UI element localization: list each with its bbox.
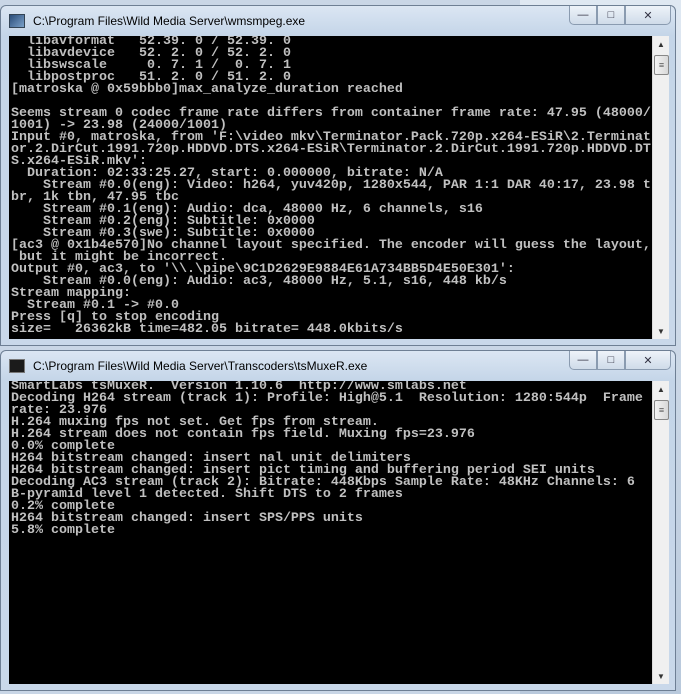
console-line: [matroska @ 0x59bbb0]max_analyze_duratio… bbox=[11, 82, 403, 97]
console-line: size= 26362kB time=482.05 bitrate= 448.0… bbox=[11, 322, 403, 337]
console-text: libavformat 52.39. 0 / 52.39. 0 libavdev… bbox=[9, 36, 652, 336]
console-icon[interactable] bbox=[9, 359, 25, 373]
console-line: 5.8% complete bbox=[11, 523, 115, 538]
scroll-up-arrow-icon[interactable]: ▲ bbox=[653, 381, 669, 397]
close-button[interactable]: ✕ bbox=[625, 351, 671, 370]
console-window-tsmuxer[interactable]: C:\Program Files\Wild Media Server\Trans… bbox=[0, 350, 676, 691]
minimize-button[interactable]: — bbox=[569, 351, 597, 370]
scroll-thumb[interactable]: ≡ bbox=[654, 400, 669, 420]
scroll-down-arrow-icon[interactable]: ▼ bbox=[653, 323, 669, 339]
console-window-wmsmpeg[interactable]: C:\Program Files\Wild Media Server\wmsmp… bbox=[0, 5, 676, 346]
vertical-scrollbar[interactable]: ▲ ≡ ▼ bbox=[652, 36, 669, 339]
maximize-button[interactable]: □ bbox=[597, 351, 625, 370]
console-line: Decoding H264 stream (track 1): Profile:… bbox=[11, 391, 643, 406]
app-icon[interactable] bbox=[9, 14, 25, 28]
close-button[interactable]: ✕ bbox=[625, 6, 671, 25]
scroll-down-arrow-icon[interactable]: ▼ bbox=[653, 668, 669, 684]
console-text: SmartLabs tsMuxeR. Version 1.10.6 http:/… bbox=[9, 381, 652, 537]
vertical-scrollbar[interactable]: ▲ ≡ ▼ bbox=[652, 381, 669, 684]
minimize-button[interactable]: — bbox=[569, 6, 597, 25]
window-controls: — □ ✕ bbox=[569, 6, 671, 25]
window-title: C:\Program Files\Wild Media Server\wmsmp… bbox=[33, 14, 306, 28]
console-output[interactable]: libavformat 52.39. 0 / 52.39. 0 libavdev… bbox=[9, 36, 652, 339]
title-bar[interactable]: C:\Program Files\Wild Media Server\wmsmp… bbox=[9, 12, 305, 30]
title-bar[interactable]: C:\Program Files\Wild Media Server\Trans… bbox=[9, 357, 367, 375]
window-controls: — □ ✕ bbox=[569, 351, 671, 370]
window-title: C:\Program Files\Wild Media Server\Trans… bbox=[33, 359, 368, 373]
scroll-thumb[interactable]: ≡ bbox=[654, 55, 669, 75]
console-output[interactable]: SmartLabs tsMuxeR. Version 1.10.6 http:/… bbox=[9, 381, 652, 684]
scroll-up-arrow-icon[interactable]: ▲ bbox=[653, 36, 669, 52]
maximize-button[interactable]: □ bbox=[597, 6, 625, 25]
